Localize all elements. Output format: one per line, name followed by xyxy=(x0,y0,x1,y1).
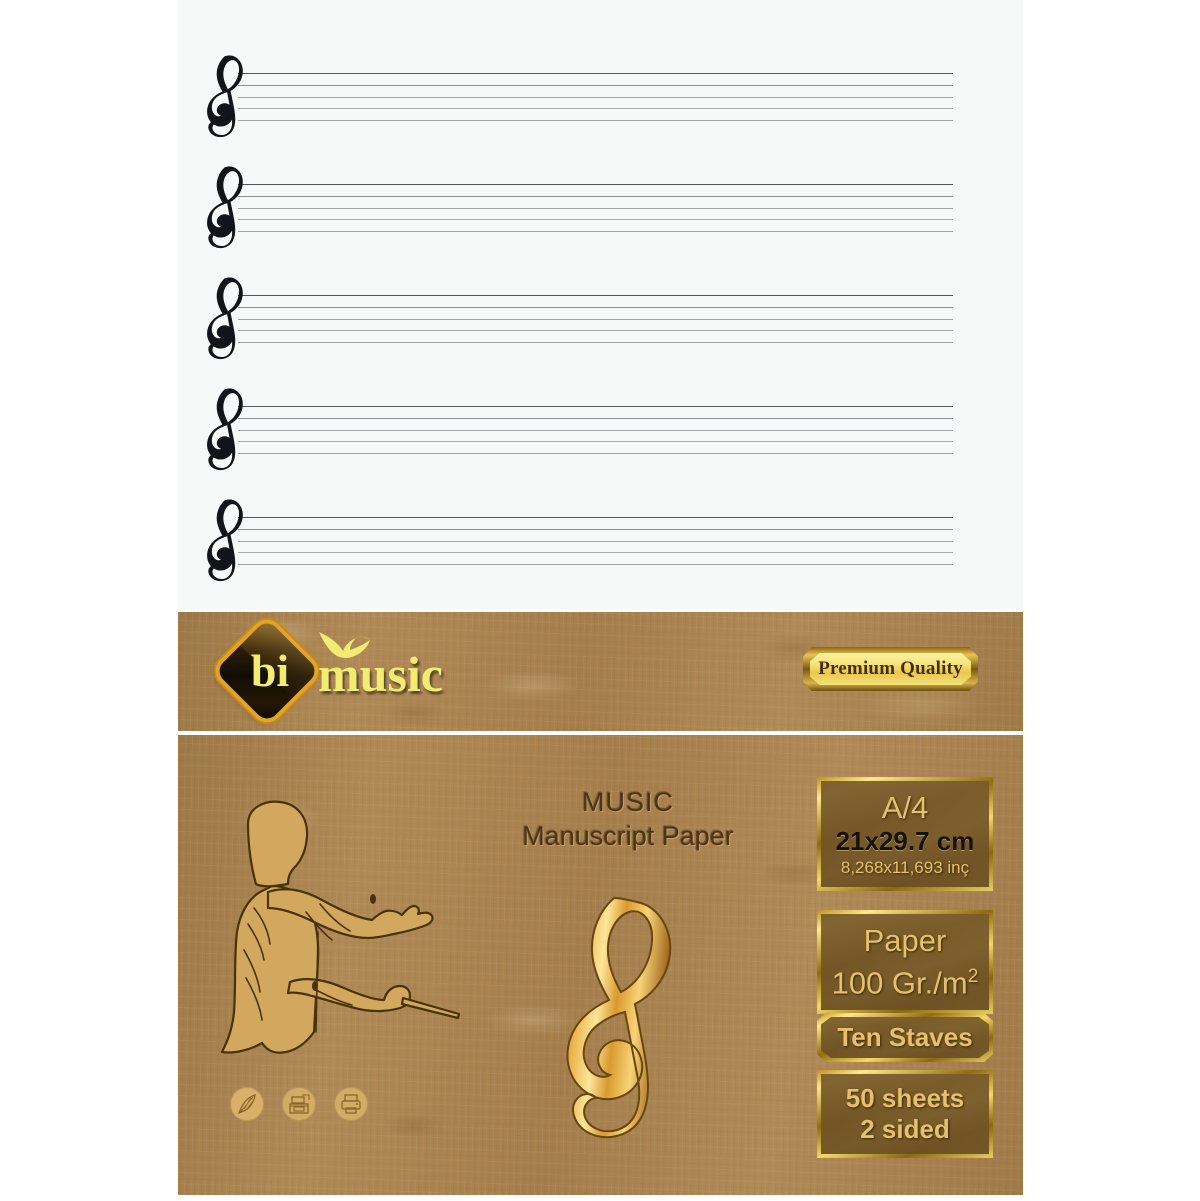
spec-size-line1: A/4 xyxy=(881,790,929,825)
stave xyxy=(207,499,953,582)
stave-line xyxy=(238,417,953,419)
bird-icon xyxy=(319,632,371,658)
stave-line xyxy=(238,295,953,297)
usage-icons xyxy=(230,1087,368,1121)
stave-line xyxy=(238,453,953,455)
stave-line xyxy=(238,195,953,197)
stave-line xyxy=(238,231,953,233)
stave-line xyxy=(238,219,953,221)
spec-paper-sup: 2 xyxy=(967,966,979,987)
treble-clef-icon xyxy=(200,387,258,479)
page-title: MUSIC Manuscript Paper xyxy=(478,785,778,853)
spec-sheets-line2: 2 sided xyxy=(860,1114,950,1144)
spec-paper-line2: 100 Gr./m2 xyxy=(831,959,979,1001)
title-line-1: MUSIC xyxy=(582,787,674,817)
brand-band: bi music Premium Quality xyxy=(178,612,1023,731)
quill-pen-icon xyxy=(230,1087,264,1121)
spec-size: A/4 21x29.7 cm 8,268x11,693 inç xyxy=(817,777,993,891)
title-line-2: Manuscript Paper xyxy=(522,821,734,851)
product-image: bi music Premium Quality MUSIC Manuscrip… xyxy=(0,0,1200,1201)
spec-size-body: A/4 21x29.7 cm 8,268x11,693 inç xyxy=(821,781,989,887)
stave-line xyxy=(238,73,953,75)
spec-sheets-frame: 50 sheets 2 sided xyxy=(817,1070,993,1158)
spec-size-line2: 21x29.7 cm xyxy=(835,826,975,856)
spec-paper-weight: Paper 100 Gr./m2 xyxy=(817,910,993,1015)
spec-paper-line1: Paper xyxy=(863,923,947,958)
spec-sheets-body: 50 sheets 2 sided xyxy=(821,1074,989,1154)
badge-inner: Premium Quality xyxy=(810,653,971,685)
spec-staves-line1: Ten Staves xyxy=(837,1022,973,1052)
stave xyxy=(207,277,953,360)
stave-line xyxy=(238,429,953,431)
stave xyxy=(207,166,953,249)
spec-sheets-line1: 50 sheets xyxy=(845,1083,965,1113)
stave-line xyxy=(238,84,953,86)
stave-line xyxy=(238,406,953,408)
treble-clef-icon xyxy=(200,165,258,257)
stave xyxy=(207,388,953,471)
treble-clef-icon xyxy=(200,498,258,590)
stave-line xyxy=(238,441,953,443)
treble-clef-icon xyxy=(200,276,258,368)
spec-paper-frame: Paper 100 Gr./m2 xyxy=(817,910,993,1015)
stave-line xyxy=(238,528,953,530)
stave-line xyxy=(238,564,953,566)
stave-line xyxy=(238,207,953,209)
stave-line xyxy=(238,108,953,110)
manuscript-sheet xyxy=(178,0,1023,610)
spec-size-frame: A/4 21x29.7 cm 8,268x11,693 inç xyxy=(817,777,993,891)
spec-sheet-count: 50 sheets 2 sided xyxy=(817,1070,993,1158)
stave-line xyxy=(238,330,953,332)
printer-icon xyxy=(334,1087,368,1121)
stave-line xyxy=(238,342,953,344)
stave-line xyxy=(238,306,953,308)
spec-paper-value: 100 Gr./m xyxy=(831,965,968,1001)
stave-line xyxy=(238,184,953,186)
stave-line xyxy=(238,120,953,122)
spec-paper-body: Paper 100 Gr./m2 xyxy=(821,914,989,1011)
treble-clef-icon xyxy=(566,896,672,1139)
premium-quality-badge: Premium Quality xyxy=(803,647,978,691)
copier-icon xyxy=(282,1087,316,1121)
cover-panel: MUSIC Manuscript Paper A/4 21x29.7 cm 8,… xyxy=(178,735,1023,1195)
spec-staves-body: Ten Staves xyxy=(821,1017,989,1058)
conductor-silhouette-icon xyxy=(220,800,460,1054)
badge-label: Premium Quality xyxy=(818,658,963,679)
treble-clef-icon xyxy=(200,54,258,146)
stave-line xyxy=(238,517,953,519)
stave-line xyxy=(238,96,953,98)
spec-size-line3: 8,268x11,693 inç xyxy=(840,858,970,877)
spec-staves: Ten Staves xyxy=(817,1013,993,1062)
stave-line xyxy=(238,552,953,554)
spec-staves-frame: Ten Staves xyxy=(817,1013,993,1062)
brand-mark-text: bi xyxy=(250,645,290,696)
stave-line xyxy=(238,540,953,542)
stave-line xyxy=(238,318,953,320)
stave xyxy=(207,55,953,138)
